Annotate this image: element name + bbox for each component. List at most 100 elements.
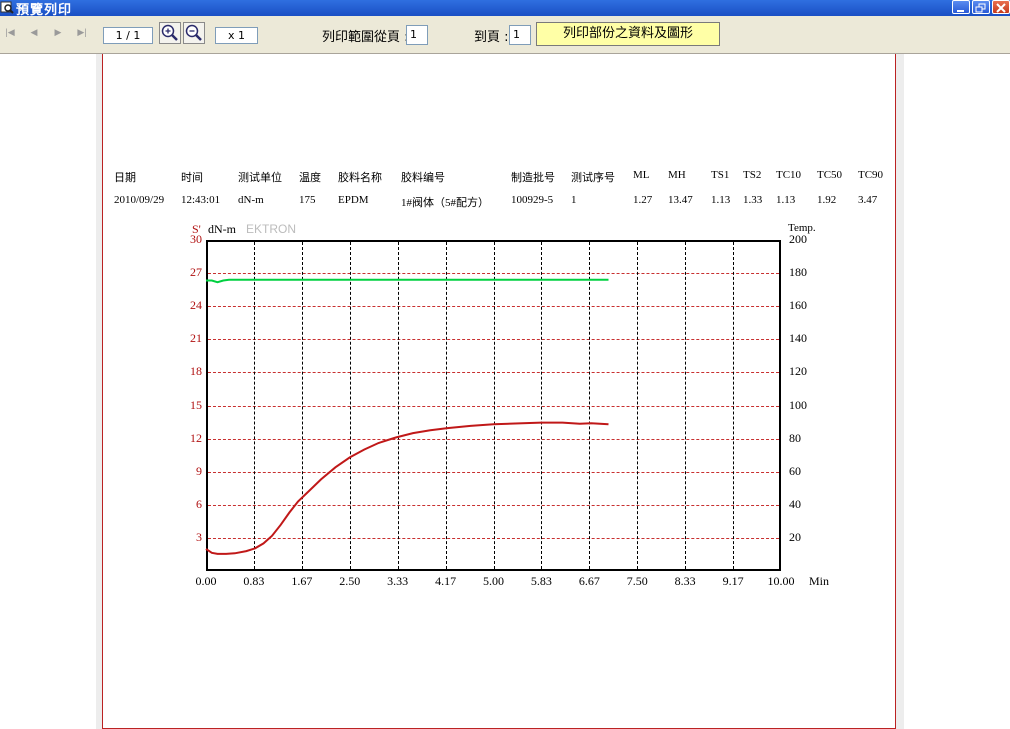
- zoom-out-icon: [185, 24, 202, 41]
- x-tick: 6.67: [578, 574, 600, 588]
- report-header-cell: 温度: [299, 172, 321, 184]
- report-header-cell: TC90: [858, 169, 884, 181]
- y-tick-right: 140: [789, 331, 807, 346]
- y-tick-right: 160: [789, 298, 807, 313]
- grid-line-vertical: [301, 242, 303, 569]
- report-value-cell: 12:43:01: [181, 194, 221, 206]
- report-value-cell: 1.33: [743, 194, 763, 206]
- grid-line-vertical: [349, 242, 351, 569]
- x-tick: 2.50: [339, 574, 361, 588]
- y-tick-right: 20: [789, 529, 801, 544]
- y-tick-right: 100: [789, 397, 807, 412]
- grid-line-vertical: [685, 242, 687, 569]
- report-value-cell: 1.13: [711, 194, 731, 206]
- y-tick-left: 27: [190, 265, 202, 280]
- y-tick-left: 18: [190, 364, 202, 379]
- y-tick-left: 12: [190, 430, 202, 445]
- page-indicator: 1 / 1: [103, 27, 153, 44]
- report-header-cell: 日期: [114, 172, 136, 184]
- x-tick: 0.00: [195, 574, 217, 588]
- report-value-cell: dN-m: [238, 194, 264, 206]
- report-header-cell: 时间: [181, 172, 203, 184]
- chart-plot-area: [206, 240, 781, 571]
- x-tick: 1.67: [291, 574, 313, 588]
- x-tick: 4.17: [435, 574, 457, 588]
- y-tick-left: 9: [196, 463, 202, 478]
- y-tick-right: 60: [789, 463, 801, 478]
- y-tick-left: 24: [190, 298, 202, 313]
- report-value-cell: 100929-5: [511, 194, 554, 206]
- x-tick: 5.83: [530, 574, 552, 588]
- next-page-button[interactable]: ▶: [48, 24, 68, 40]
- zoom-factor: x 1: [215, 27, 258, 44]
- zoom-in-button[interactable]: [159, 22, 181, 44]
- y-tick-left: 6: [196, 496, 202, 511]
- grid-line-vertical: [445, 242, 447, 569]
- range-from-input[interactable]: 1: [406, 25, 428, 45]
- y-tick-right: 120: [789, 364, 807, 379]
- y-tick-right: 40: [789, 496, 801, 511]
- grid-line-vertical: [397, 242, 399, 569]
- title-bar: 預覽列印: [0, 0, 1010, 18]
- report-header-cell: ML: [633, 169, 650, 181]
- range-to-input[interactable]: 1: [509, 25, 531, 45]
- y-tick-left: 3: [196, 529, 202, 544]
- zoom-out-button[interactable]: [183, 22, 205, 44]
- restore-button[interactable]: [972, 0, 990, 14]
- grid-line-vertical: [733, 242, 735, 569]
- report-value-cell: EPDM: [338, 194, 369, 206]
- print-preview-icon: [0, 1, 14, 14]
- x-tick: 8.33: [674, 574, 696, 588]
- last-page-button[interactable]: ▶|: [72, 24, 92, 40]
- x-tick: 3.33: [387, 574, 409, 588]
- report-value-cell: 1.92: [817, 194, 837, 206]
- left-axis-unit: dN-m: [208, 222, 236, 236]
- y-tick-right: 200: [789, 232, 807, 246]
- x-tick: 10.00: [767, 574, 795, 588]
- x-tick: 5.00: [483, 574, 504, 588]
- range-to-label: 到頁 :: [474, 30, 509, 45]
- close-icon: [996, 3, 1006, 13]
- report-header-cell: TS2: [743, 169, 762, 181]
- left-margin: [0, 54, 96, 729]
- print-selection-button[interactable]: 列印部份之資料及圖形: [536, 22, 720, 46]
- report-value-cell: 175: [299, 194, 316, 206]
- report-header-cell: 测试序号: [571, 172, 615, 184]
- report-header-cell: 胶料编号: [401, 172, 445, 184]
- prev-page-button[interactable]: ◀: [24, 24, 44, 40]
- minimize-icon: [957, 10, 964, 12]
- x-tick: 0.83: [243, 574, 265, 588]
- x-axis-unit: Min: [809, 574, 830, 588]
- y-tick-right: 180: [789, 265, 807, 280]
- zoom-in-icon: [161, 24, 178, 41]
- close-button[interactable]: [992, 0, 1010, 14]
- report-value-cell: 3.47: [858, 194, 878, 206]
- brand-label: EKTRON: [246, 222, 297, 236]
- grid-line-vertical: [589, 242, 591, 569]
- y-tick-left: 21: [190, 331, 202, 346]
- report-header-cell: MH: [668, 169, 686, 181]
- report-value-cell: 1.27: [633, 194, 653, 206]
- report-value-cell: 1.13: [776, 194, 796, 206]
- first-page-button[interactable]: |◀: [0, 24, 20, 40]
- report-value-cell: 2010/09/29: [114, 194, 165, 206]
- report-header-cell: 制造批号: [511, 172, 555, 184]
- report-header-cell: 胶料名称: [338, 172, 382, 184]
- report-header-cell: TS1: [711, 169, 730, 181]
- report-value-cell: 13.47: [668, 194, 693, 206]
- grid-line-vertical: [253, 242, 255, 569]
- report-value-cell: 1#阀体（5#配方）: [401, 197, 489, 209]
- range-from-label: 列印範圍從頁 :: [322, 30, 409, 45]
- grid-line-vertical: [541, 242, 543, 569]
- y-tick-left: 30: [190, 232, 202, 246]
- report-header-cell: TC50: [817, 169, 843, 181]
- x-tick: 7.50: [626, 574, 648, 588]
- restore-icon: [975, 3, 986, 13]
- x-tick: 9.17: [722, 574, 744, 588]
- grid-line-vertical: [493, 242, 495, 569]
- report-header-cell: TC10: [776, 169, 802, 181]
- report-value-cell: 1: [571, 194, 577, 206]
- y-tick-right: 80: [789, 430, 801, 445]
- minimize-button[interactable]: [952, 0, 970, 14]
- report-header-cell: 测试单位: [238, 172, 282, 184]
